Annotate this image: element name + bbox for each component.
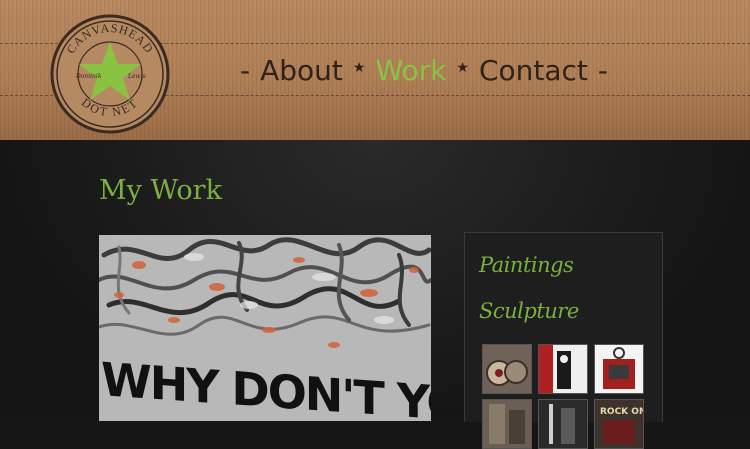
- nav-dash-left: -: [240, 53, 251, 87]
- logo-right-script: Lewis: [127, 73, 146, 80]
- sculpture-thumb-image: [483, 345, 531, 393]
- main-nav: - About ★ Work ★ Contact -: [240, 50, 608, 90]
- work-sidebar: Paintings Sculpture ROCK ON: [464, 232, 663, 449]
- nav-link-contact[interactable]: Contact: [479, 54, 588, 87]
- sculpture-thumb-image: [595, 345, 643, 393]
- sculpture-thumbnail[interactable]: [482, 344, 532, 394]
- logo-left-script: Dominik: [75, 73, 102, 80]
- sculpture-thumbnail[interactable]: [594, 344, 644, 394]
- canvashead-logo[interactable]: CANVASHEAD DOT NET Dominik Lewis: [50, 14, 170, 134]
- nav-link-work[interactable]: Work: [375, 54, 446, 87]
- page-title: My Work: [99, 175, 222, 206]
- thumb-rock-on-text: ROCK ON: [600, 407, 643, 417]
- nav-separator-star-icon: ★: [456, 60, 469, 76]
- nav-dash-right: -: [597, 53, 608, 87]
- sculpture-thumbnail[interactable]: [538, 399, 588, 449]
- sculpture-thumb-image: [539, 400, 587, 448]
- nav-separator-star-icon: ★: [352, 60, 366, 76]
- sculpture-thumbnail[interactable]: [482, 399, 532, 449]
- sculpture-thumb-image: ROCK ON: [595, 400, 643, 448]
- painting-image: WHY DON'T YOU JUST: [99, 235, 431, 421]
- featured-painting[interactable]: WHY DON'T YOU JUST: [99, 235, 431, 421]
- site-header: CANVASHEAD DOT NET Dominik Lewis - About…: [0, 0, 750, 140]
- sculpture-thumbnail[interactable]: [538, 344, 588, 394]
- sidebar-link-sculpture[interactable]: Sculpture: [479, 299, 579, 323]
- sculpture-thumbnail[interactable]: ROCK ON: [594, 399, 644, 449]
- sculpture-thumb-image: [483, 400, 531, 448]
- nav-link-about[interactable]: About: [260, 54, 343, 87]
- sculpture-thumb-image: [539, 345, 587, 393]
- sidebar-link-paintings[interactable]: Paintings: [479, 253, 574, 277]
